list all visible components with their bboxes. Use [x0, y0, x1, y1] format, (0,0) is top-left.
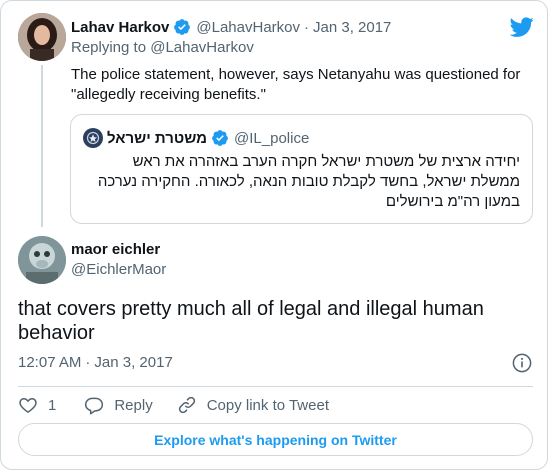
tweet-actions-bar: 1 Reply Copy link to Tweet [18, 395, 329, 415]
twitter-bird-icon[interactable] [510, 15, 534, 39]
speech-bubble-icon [85, 397, 104, 415]
tweet-timestamp-row: 12:07 AM · Jan 3, 2017 [18, 354, 173, 371]
info-icon[interactable] [512, 353, 532, 373]
replying-to-label[interactable]: Replying to @LahavHarkov [71, 39, 254, 56]
avatar-photo-icon [18, 236, 66, 284]
separator-dot: · [304, 18, 309, 36]
quoted-tweet-card[interactable]: משטרת ישראל @IL_police יחידה ארצית של מש… [70, 114, 533, 224]
copy-link-button[interactable]: Copy link to Tweet [177, 395, 329, 415]
thread-connector-line [41, 65, 43, 227]
police-badge-icon [86, 131, 100, 145]
main-handle[interactable]: @EichlerMaor [71, 260, 166, 280]
verified-badge-icon [212, 130, 228, 146]
like-button[interactable]: 1 [18, 395, 56, 415]
divider [18, 386, 533, 387]
parent-author-row: Lahav Harkov @LahavHarkov · Jan 3, 2017 [71, 17, 391, 37]
parent-handle[interactable]: @LahavHarkov [196, 19, 300, 36]
reply-label: Reply [114, 396, 153, 414]
verified-badge-icon [174, 19, 191, 35]
link-icon [178, 396, 195, 414]
quoted-handle: @IL_police [234, 129, 310, 147]
heart-icon [19, 398, 37, 413]
embedded-tweet-card: Lahav Harkov @LahavHarkov · Jan 3, 2017 … [0, 0, 548, 470]
quoted-author-row: משטרת ישראל @IL_police [107, 128, 309, 148]
parent-date[interactable]: Jan 3, 2017 [313, 19, 391, 36]
quoted-author-avatar [83, 128, 103, 148]
main-author-avatar[interactable] [18, 236, 66, 284]
tweet-date[interactable]: Jan 3, 2017 [94, 354, 172, 371]
quoted-tweet-text: יחידה ארצית של משטרת ישראל חקרה הערב באז… [97, 153, 520, 210]
like-count: 1 [48, 396, 57, 414]
tweet-time[interactable]: 12:07 AM [18, 354, 81, 371]
quoted-display-name: משטרת ישראל [107, 129, 208, 147]
main-author-block: maor eichler @EichlerMaor [71, 240, 166, 280]
main-display-name[interactable]: maor eichler [71, 240, 166, 260]
separator-dot: · [85, 354, 91, 371]
avatar-photo-icon [18, 13, 66, 61]
parent-tweet-text: The police statement, however, says Neta… [71, 66, 521, 103]
reply-button[interactable]: Reply [84, 395, 153, 415]
main-tweet-text: that covers pretty much all of legal and… [18, 298, 484, 344]
parent-author-avatar[interactable] [18, 13, 66, 61]
copy-link-label: Copy link to Tweet [206, 396, 329, 414]
explore-twitter-button[interactable]: Explore what's happening on Twitter [18, 423, 533, 456]
parent-display-name[interactable]: Lahav Harkov [71, 19, 169, 36]
